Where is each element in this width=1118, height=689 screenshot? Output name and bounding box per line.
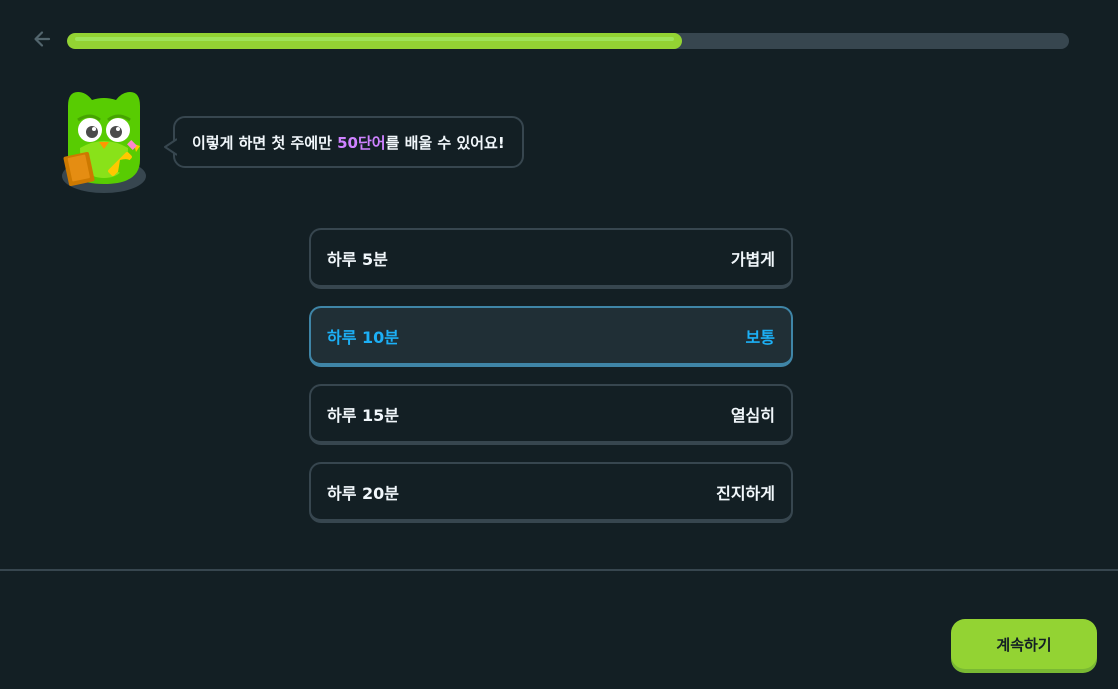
coach-message: 이렇게 하면 첫 주에만 50단어를 배울 수 있어요! <box>192 132 505 153</box>
continue-button[interactable]: 계속하기 <box>951 619 1097 669</box>
option-20-min[interactable]: 하루 20분 진지하게 <box>309 462 793 523</box>
option-level: 열심히 <box>730 405 775 425</box>
page: 이렇게 하면 첫 주에만 50단어를 배울 수 있어요! 하루 5분 가볍게 하… <box>0 0 1118 689</box>
option-level: 가볍게 <box>730 249 775 269</box>
option-level: 보통 <box>745 327 775 347</box>
progress-bar-fill <box>67 33 683 49</box>
arrow-left-icon <box>32 29 52 53</box>
coach-message-end: 를 배울 수 있어요! <box>385 133 505 152</box>
coach-message-highlight: 50단어 <box>337 133 386 152</box>
option-5-min[interactable]: 하루 5분 가볍게 <box>309 228 793 289</box>
coach-message-start: 이렇게 하면 첫 주에만 <box>192 133 338 152</box>
option-time: 하루 20분 <box>327 483 399 503</box>
footer-divider <box>0 569 1118 571</box>
option-time: 하루 5분 <box>327 249 388 269</box>
owl-mascot <box>56 86 152 198</box>
option-15-min[interactable]: 하루 15분 열심히 <box>309 384 793 445</box>
option-10-min[interactable]: 하루 10분 보통 <box>309 306 793 367</box>
option-level: 진지하게 <box>716 483 775 503</box>
progress-bar <box>67 33 1069 49</box>
daily-goal-options: 하루 5분 가볍게 하루 10분 보통 하루 15분 열심히 하루 20분 진지… <box>309 228 793 540</box>
speech-bubble: 이렇게 하면 첫 주에만 50단어를 배울 수 있어요! <box>164 116 524 168</box>
back-button[interactable] <box>30 29 54 53</box>
option-time: 하루 10분 <box>327 327 399 347</box>
option-time: 하루 15분 <box>327 405 399 425</box>
